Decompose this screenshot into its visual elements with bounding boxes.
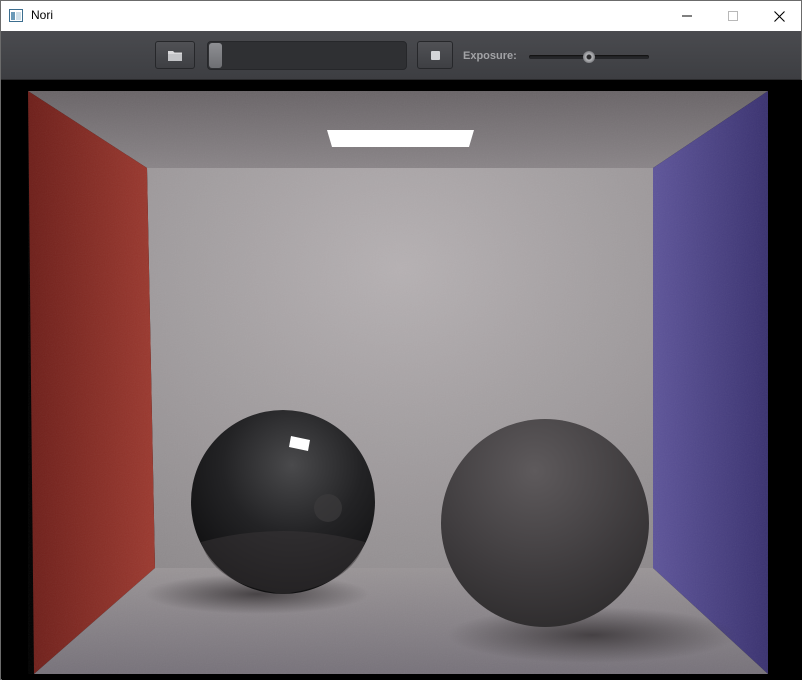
exposure-label: Exposure: xyxy=(463,50,517,62)
nori-window: Nori Exposure: xyxy=(0,0,802,680)
diffuse-sphere xyxy=(441,419,649,627)
stop-render-button[interactable] xyxy=(417,41,453,69)
app-window-icon xyxy=(9,9,23,22)
close-button[interactable] xyxy=(756,1,802,31)
close-icon xyxy=(773,10,785,22)
maximize-button[interactable] xyxy=(710,1,756,31)
folder-open-icon xyxy=(168,50,182,61)
maximize-icon xyxy=(728,11,738,21)
minimize-button[interactable] xyxy=(664,1,710,31)
render-progress-bar xyxy=(207,41,407,70)
ceiling-light xyxy=(327,130,474,147)
open-file-button[interactable] xyxy=(155,41,195,69)
render-viewport xyxy=(2,80,802,680)
exposure-slider[interactable] xyxy=(529,49,649,65)
exposure-slider-knob[interactable] xyxy=(583,51,595,63)
toolbar: Exposure: xyxy=(1,31,801,80)
stop-icon xyxy=(430,50,440,60)
title-bar: Nori xyxy=(1,1,801,31)
render-progress-fill xyxy=(209,43,222,68)
render-image xyxy=(2,80,802,680)
minimize-icon xyxy=(682,15,692,17)
window-title: Nori xyxy=(31,8,54,22)
